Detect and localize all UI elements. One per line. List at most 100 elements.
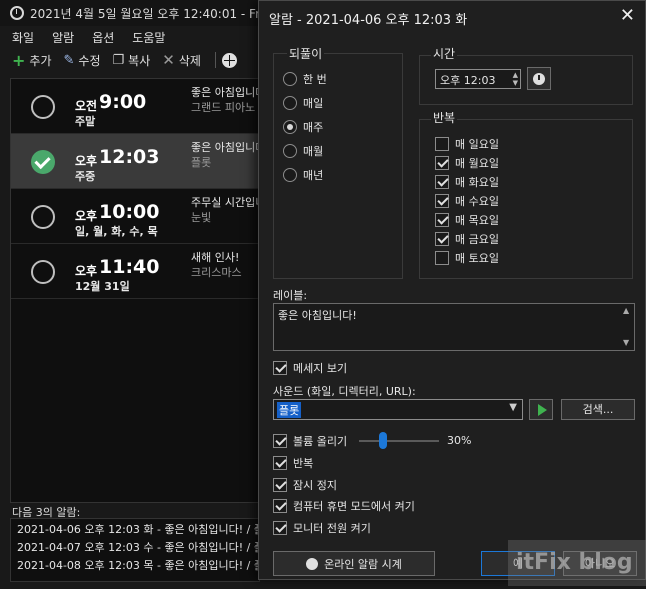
radio-button[interactable] bbox=[283, 72, 297, 86]
checkbox-wednesday[interactable]: 매 수요일 bbox=[435, 193, 499, 209]
checkbox[interactable] bbox=[435, 175, 449, 189]
alarm-sound: 그랜드 피아노 bbox=[191, 101, 256, 114]
checkbox-wake-pc[interactable]: 컴퓨터 휴면 모드에서 켜기 bbox=[273, 498, 415, 514]
checkbox-sunday[interactable]: 매 일요일 bbox=[435, 136, 499, 152]
checkbox-show-message[interactable]: 메세지 보기 bbox=[273, 360, 347, 376]
copy-button[interactable]: ❐ 복사 bbox=[113, 52, 151, 69]
alarm-row[interactable]: 오후 11:40 12월 31일 새해 인사! 크리스마스 bbox=[11, 244, 261, 299]
add-button[interactable]: + 추가 bbox=[12, 51, 52, 70]
radio-button[interactable] bbox=[283, 144, 297, 158]
checkbox[interactable] bbox=[273, 521, 287, 535]
checkbox[interactable] bbox=[435, 156, 449, 170]
menu-help[interactable]: 도움말 bbox=[132, 29, 165, 46]
checkbox-repeat-sound[interactable]: 반복 bbox=[273, 455, 313, 471]
delete-button[interactable]: ✕ 삭제 bbox=[162, 51, 201, 69]
alarm-ampm: 오후 bbox=[75, 209, 98, 223]
radio-once[interactable]: 한 번 bbox=[283, 71, 327, 87]
delete-icon: ✕ bbox=[162, 51, 175, 69]
checkbox-tuesday[interactable]: 매 화요일 bbox=[435, 174, 499, 190]
volume-percent: 30% bbox=[447, 434, 472, 447]
checkbox[interactable] bbox=[435, 213, 449, 227]
checkbox-snooze[interactable]: 잠시 정지 bbox=[273, 477, 337, 493]
browse-button[interactable]: 검색... bbox=[561, 399, 635, 420]
checkbox-label: 매 월요일 bbox=[455, 157, 499, 170]
checkbox[interactable] bbox=[273, 456, 287, 470]
radio-daily[interactable]: 매일 bbox=[283, 95, 323, 111]
volume-slider-track[interactable] bbox=[359, 440, 439, 442]
close-icon[interactable]: ✕ bbox=[620, 5, 635, 26]
checkbox[interactable] bbox=[435, 137, 449, 151]
radio-monthly[interactable]: 매월 bbox=[283, 143, 323, 159]
checkbox[interactable] bbox=[435, 232, 449, 246]
label-value: 좋은 아침입니다! bbox=[278, 309, 357, 322]
radio-label: 매주 bbox=[303, 121, 324, 134]
alarm-time: 12:03 bbox=[99, 146, 160, 168]
checkbox-friday[interactable]: 매 금요일 bbox=[435, 231, 499, 247]
checkbox-label: 잠시 정지 bbox=[293, 479, 337, 492]
checkbox[interactable] bbox=[273, 499, 287, 513]
alarm-dialog: 알람 - 2021-04-06 오후 12:03 화 ✕ 되풀이 한 번 매일 … bbox=[258, 0, 646, 580]
checkbox[interactable] bbox=[435, 251, 449, 265]
copy-icon: ❐ bbox=[112, 52, 125, 68]
alarm-toggle[interactable] bbox=[31, 150, 55, 174]
alarm-label: 주무실 시간입니다 bbox=[191, 196, 261, 209]
next-alarms-list[interactable]: 2021-04-06 오후 12:03 화 - 좋은 아침입니다! / 플롯 2… bbox=[10, 518, 260, 582]
radio-button[interactable] bbox=[283, 168, 297, 182]
checkbox-label: 메세지 보기 bbox=[293, 362, 348, 375]
checkbox-label: 매 화요일 bbox=[455, 176, 499, 189]
checkbox[interactable] bbox=[273, 361, 287, 375]
edit-button[interactable]: ✎ 수정 bbox=[64, 52, 101, 69]
alarm-toggle[interactable] bbox=[31, 95, 55, 119]
alarm-row[interactable]: 오후 10:00 일, 월, 화, 수, 목 주무실 시간입니다 눈빛 bbox=[11, 189, 261, 244]
radio-yearly[interactable]: 매년 bbox=[283, 167, 323, 183]
next-alarm-item: 2021-04-07 오후 12:03 수 - 좋은 아침입니다! / 플롯 bbox=[17, 541, 260, 554]
radio-label: 매월 bbox=[303, 145, 324, 158]
checkbox-label: 매 금요일 bbox=[455, 233, 499, 246]
alarm-ampm: 오전 bbox=[75, 99, 98, 113]
alarm-row[interactable]: 오후 12:03 주중 좋은 아침입니다! 플롯 bbox=[11, 134, 261, 189]
online-alarm-clock-button[interactable]: 온라인 알람 시계 bbox=[273, 551, 435, 576]
alarm-time: 11:40 bbox=[99, 256, 160, 278]
radio-button[interactable] bbox=[283, 120, 297, 134]
checkbox[interactable] bbox=[435, 194, 449, 208]
checkbox[interactable] bbox=[273, 434, 287, 448]
menu-file[interactable]: 화일 bbox=[12, 29, 34, 46]
alarm-days: 일, 월, 화, 수, 목 bbox=[75, 225, 158, 238]
checkbox-label: 모니터 전원 켜기 bbox=[293, 522, 371, 535]
radio-label: 매년 bbox=[303, 169, 324, 182]
alarm-row[interactable]: 오전 9:00 주말 좋은 아침입니다! 그랜드 피아노 bbox=[11, 79, 261, 134]
radio-button[interactable] bbox=[283, 96, 297, 110]
delete-label: 삭제 bbox=[178, 53, 201, 68]
label-textarea[interactable]: 좋은 아침입니다! ▲ ▼ bbox=[273, 303, 635, 351]
label-scrollbar[interactable]: ▲ ▼ bbox=[620, 304, 634, 350]
checkbox-saturday[interactable]: 매 토요일 bbox=[435, 250, 499, 266]
radio-weekly[interactable]: 매주 bbox=[283, 119, 323, 135]
volume-slider-thumb[interactable] bbox=[379, 432, 387, 449]
menu-alarm[interactable]: 알람 bbox=[52, 29, 74, 46]
alarm-list[interactable]: 오전 9:00 주말 좋은 아침입니다! 그랜드 피아노 오후 12:03 주중… bbox=[10, 78, 261, 503]
sound-caption: 사운드 (화일, 디렉터리, URL): bbox=[273, 385, 416, 398]
alarm-label: 새해 인사! bbox=[191, 251, 240, 264]
checkbox-label: 볼륨 올리기 bbox=[293, 435, 348, 448]
clock-app-icon bbox=[10, 6, 24, 20]
sound-select[interactable]: 플롯 ▼ bbox=[273, 399, 523, 420]
globe-icon[interactable] bbox=[221, 52, 237, 68]
time-input[interactable]: 오후 12:03 ▲ ▼ bbox=[435, 69, 521, 89]
checkbox[interactable] bbox=[273, 478, 287, 492]
scroll-up-icon[interactable]: ▲ bbox=[623, 306, 629, 315]
checkbox-monday[interactable]: 매 월요일 bbox=[435, 155, 499, 171]
checkbox-monitor-on[interactable]: 모니터 전원 켜기 bbox=[273, 520, 371, 536]
edit-label: 수정 bbox=[78, 53, 101, 68]
alarm-days: 주말 bbox=[75, 115, 96, 128]
checkbox-volume-up[interactable]: 볼륨 올리기 bbox=[273, 433, 347, 449]
chevron-down-icon[interactable]: ▼ bbox=[509, 402, 517, 413]
alarm-toggle[interactable] bbox=[31, 260, 55, 284]
time-picker-button[interactable] bbox=[527, 67, 551, 90]
alarm-label: 좋은 아침입니다! bbox=[191, 141, 261, 154]
checkbox-thursday[interactable]: 매 목요일 bbox=[435, 212, 499, 228]
alarm-toggle[interactable] bbox=[31, 205, 55, 229]
menu-options[interactable]: 옵션 bbox=[92, 29, 114, 46]
time-spinner[interactable]: ▲ ▼ bbox=[513, 71, 518, 87]
play-button[interactable] bbox=[529, 399, 553, 420]
scroll-down-icon[interactable]: ▼ bbox=[623, 338, 629, 347]
